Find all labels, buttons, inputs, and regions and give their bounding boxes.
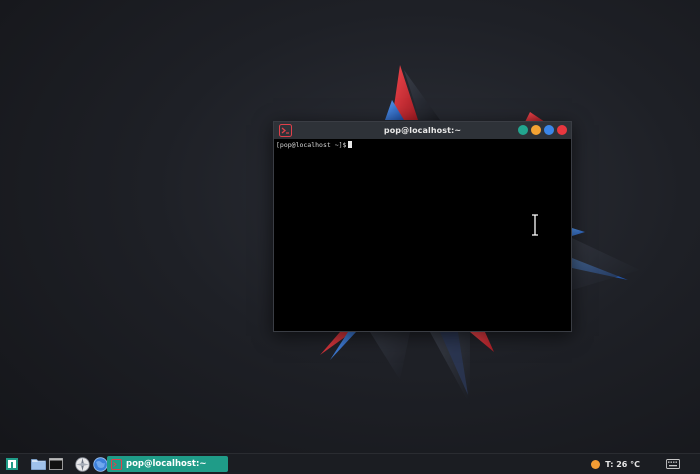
browser-icon[interactable] xyxy=(74,456,90,472)
globe-icon[interactable] xyxy=(92,456,108,472)
minimize-button[interactable] xyxy=(531,125,541,135)
app-menu-icon[interactable] xyxy=(4,456,20,472)
terminal-window[interactable]: pop@localhost:~ [pop@localhost ~]$ xyxy=(273,121,572,332)
task-label: pop@localhost:~ xyxy=(126,459,207,469)
window-title: pop@localhost:~ xyxy=(383,126,462,135)
window-controls xyxy=(518,125,567,135)
weather-sun-icon[interactable] xyxy=(591,459,601,469)
teal-button[interactable] xyxy=(518,125,528,135)
system-tray: T: 26 °C xyxy=(591,454,700,474)
terminal-task-icon xyxy=(111,458,122,470)
keyboard-icon[interactable] xyxy=(666,459,680,469)
files-icon[interactable] xyxy=(30,456,46,472)
close-button[interactable] xyxy=(557,125,567,135)
terminal-content[interactable]: [pop@localhost ~]$ xyxy=(274,139,571,151)
weather-text[interactable]: T: 26 °C xyxy=(605,460,640,469)
ibeam-cursor-icon xyxy=(532,214,538,236)
text-cursor xyxy=(348,141,353,148)
maximize-button[interactable] xyxy=(544,125,554,135)
terminal-icon[interactable] xyxy=(48,456,64,472)
terminal-titlebar[interactable]: pop@localhost:~ xyxy=(274,122,571,139)
taskbar-terminal-task[interactable]: pop@localhost:~ xyxy=(107,456,228,472)
taskbar: pop@localhost:~ T: 26 °C xyxy=(0,453,700,474)
shell-prompt: [pop@localhost ~]$ xyxy=(276,141,347,149)
terminal-app-icon xyxy=(279,124,292,137)
